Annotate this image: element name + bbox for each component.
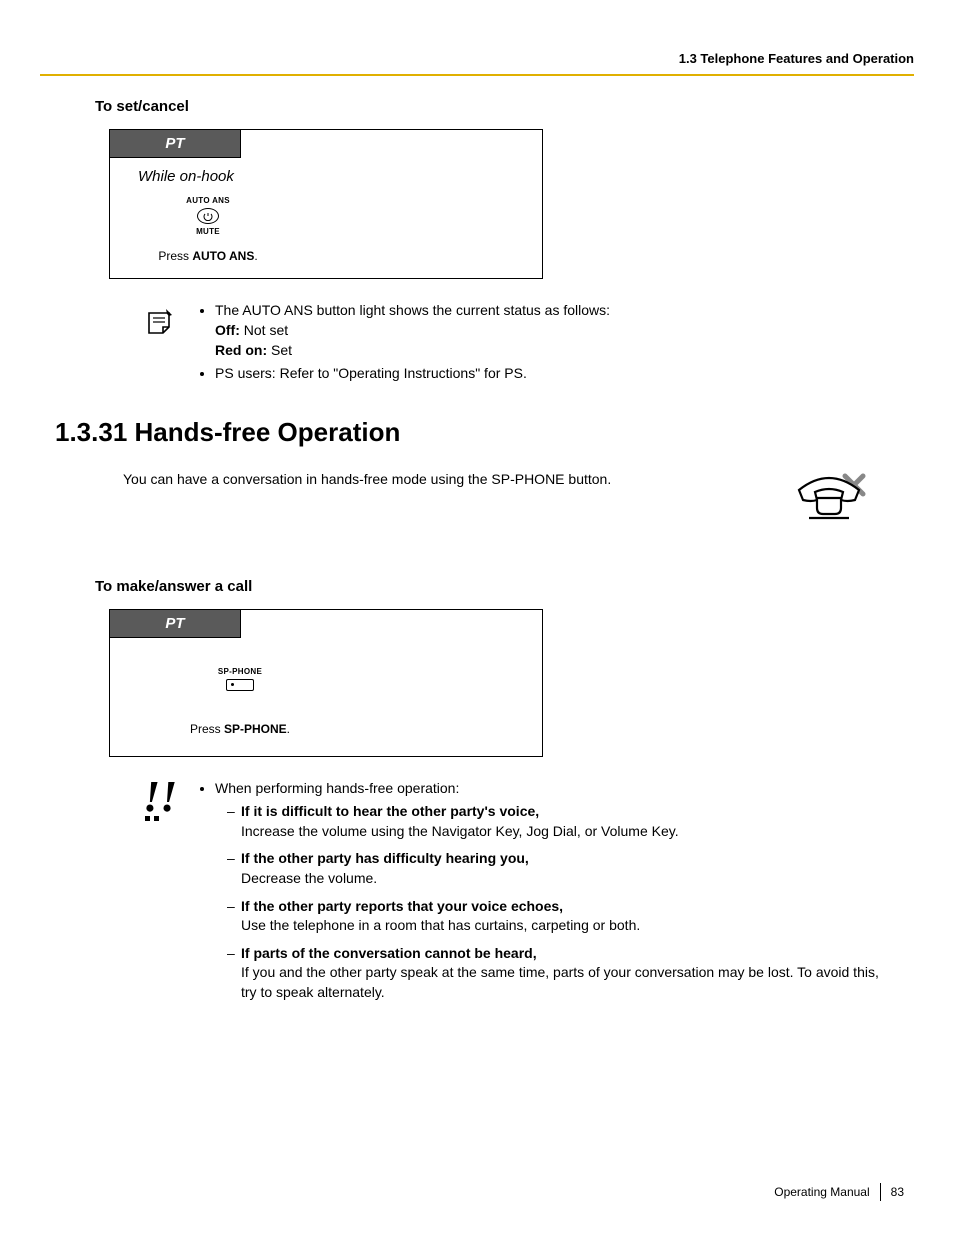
tip-bold: If it is difficult to hear the other par…	[241, 803, 539, 819]
intro-text: You can have a conversation in hands-fre…	[123, 470, 611, 490]
tip-body: Increase the volume using the Navigator …	[241, 823, 679, 839]
tips-lead: When performing hands-free operation:	[215, 780, 459, 796]
pt-tab: PT	[110, 610, 241, 638]
footer-manual: Operating Manual	[774, 1184, 869, 1201]
button-label: SP-PHONE	[160, 666, 320, 677]
tip-bold: If the other party reports that your voi…	[241, 898, 563, 914]
phone-hangup-icon	[789, 470, 869, 536]
page-footer: Operating Manual 83	[774, 1183, 904, 1201]
off-label: Off:	[215, 322, 240, 338]
note-icon	[143, 305, 179, 341]
button-label-top: AUTO ANS	[148, 195, 268, 206]
tip-bold: If the other party has difficulty hearin…	[241, 850, 529, 866]
subheading-make-answer: To make/answer a call	[95, 576, 879, 597]
tip-body: Use the telephone in a room that has cur…	[241, 917, 640, 933]
procedure-box-make-answer: PT SP-PHONE Press SP-PHONE.	[109, 609, 543, 757]
press-prefix: Press	[190, 722, 224, 736]
section-title: 1.3.31 Hands-free Operation	[55, 414, 879, 450]
off-text: Not set	[240, 322, 288, 338]
press-bold: SP-PHONE	[224, 722, 287, 736]
footer-page-number: 83	[891, 1184, 904, 1201]
tip-item: If the other party reports that your voi…	[227, 897, 879, 936]
important-icon: !!	[143, 779, 183, 814]
state-label: While on-hook	[138, 166, 532, 187]
tip-body: If you and the other party speak at the …	[241, 964, 879, 1000]
press-prefix: Press	[158, 249, 192, 263]
header-rule	[40, 74, 914, 76]
procedure-box-set-cancel: PT While on-hook AUTO ANS MUTE Press AUT…	[109, 129, 543, 279]
subheading-set-cancel: To set/cancel	[95, 96, 879, 117]
red-label: Red on:	[215, 342, 267, 358]
tips-list: When performing hands-free operation: If…	[197, 779, 879, 1011]
tip-item: If the other party has difficulty hearin…	[227, 849, 879, 888]
press-suffix: .	[287, 722, 290, 736]
tip-body: Decrease the volume.	[241, 870, 377, 886]
auto-ans-button-icon	[197, 208, 219, 224]
press-instruction: Press SP-PHONE.	[160, 721, 320, 738]
press-suffix: .	[254, 249, 257, 263]
note-text: The AUTO ANS button light shows the curr…	[215, 302, 610, 318]
press-instruction: Press AUTO ANS.	[148, 248, 268, 265]
sp-phone-button-icon	[226, 679, 254, 691]
pt-tab: PT	[110, 130, 241, 158]
red-text: Set	[267, 342, 292, 358]
note-text: PS users: Refer to "Operating Instructio…	[215, 364, 610, 384]
tip-item: If parts of the conversation cannot be h…	[227, 944, 879, 1003]
press-bold: AUTO ANS	[192, 249, 254, 263]
running-header: 1.3 Telephone Features and Operation	[40, 50, 914, 68]
button-label-bottom: MUTE	[148, 226, 268, 237]
tip-bold: If parts of the conversation cannot be h…	[241, 945, 537, 961]
tip-item: If it is difficult to hear the other par…	[227, 802, 879, 841]
note-list: The AUTO ANS button light shows the curr…	[197, 301, 610, 387]
